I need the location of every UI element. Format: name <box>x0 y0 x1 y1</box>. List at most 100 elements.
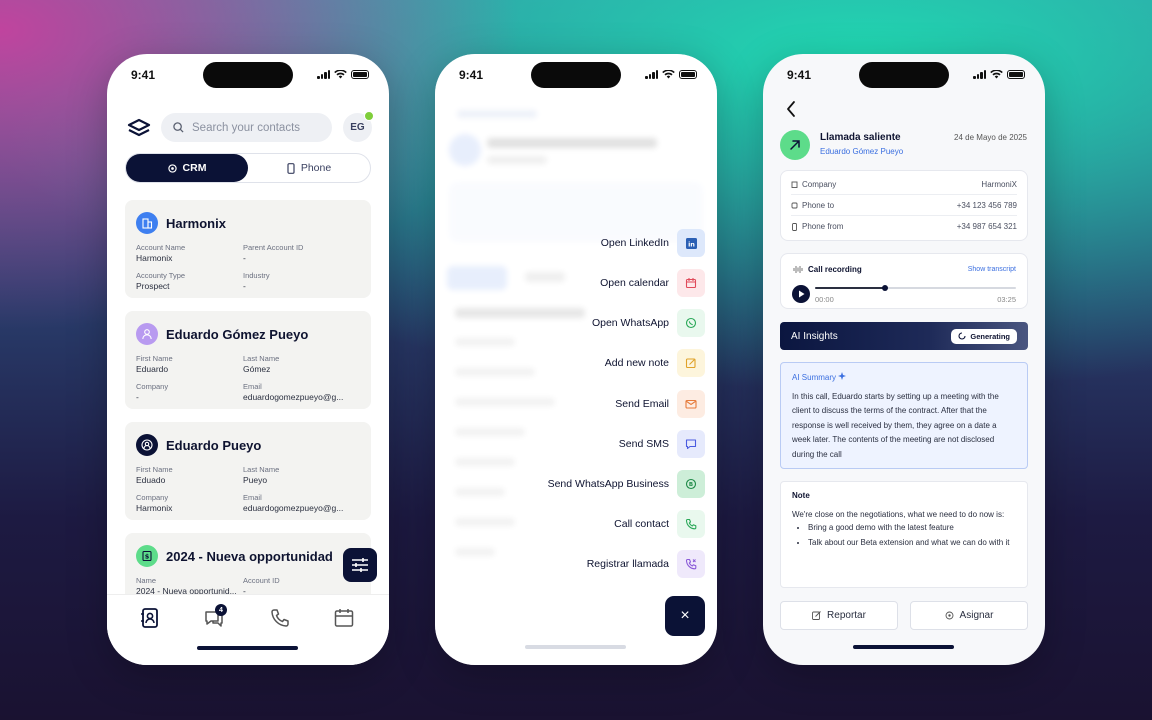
close-actions-button[interactable]: × <box>665 596 705 636</box>
show-transcript-link[interactable]: Show transcript <box>968 266 1016 273</box>
generating-status: Generating <box>951 328 1017 344</box>
call-date: 24 de Mayo de 2025 <box>954 133 1027 142</box>
linkedin-icon: in <box>677 229 705 257</box>
action-send-whatsapp-business[interactable]: Send WhatsApp Business B <box>548 470 705 498</box>
signal-icon <box>317 70 330 79</box>
sparkle-icon <box>838 372 847 380</box>
calendar-icon <box>677 269 705 297</box>
field-value: Harmonix <box>136 503 173 513</box>
field-label: Parent Account ID <box>243 243 304 252</box>
elapsed-time: 00:00 <box>815 295 834 304</box>
ai-summary-title: AI Summary <box>792 373 837 382</box>
action-label: Registrar llamada <box>586 558 669 570</box>
call-contact-link[interactable]: Eduardo Gómez Pueyo <box>820 147 903 156</box>
action-label: Open WhatsApp <box>591 317 669 329</box>
field-label: Company <box>136 382 169 391</box>
action-open-linkedin[interactable]: Open LinkedIn in <box>601 229 705 257</box>
search-input[interactable]: Search your contacts <box>161 113 332 142</box>
call-recording-box: Call recording Show transcript 00:00 03:… <box>780 253 1028 309</box>
action-send-sms[interactable]: Send SMS <box>619 430 705 458</box>
note-icon <box>677 349 705 377</box>
field-value: Harmonix <box>136 253 173 263</box>
phone-tab-icon[interactable] <box>269 607 291 629</box>
field-label: First Name <box>136 465 173 474</box>
crm-icon <box>167 163 177 173</box>
status-icons <box>973 70 1025 79</box>
field-label: Account Name <box>136 243 186 252</box>
detail-value: +34 987 654 321 <box>956 222 1017 231</box>
calendar-tab-icon[interactable] <box>333 607 355 629</box>
whatsapp-business-icon: B <box>677 470 705 498</box>
tab-phone[interactable]: Phone <box>248 154 370 182</box>
ai-summary-text: In this call, Eduardo starts by setting … <box>792 392 999 459</box>
app-logo-icon[interactable] <box>127 118 151 140</box>
recording-title: Call recording <box>808 265 862 274</box>
signal-icon <box>973 70 986 79</box>
total-time: 03:25 <box>997 295 1016 304</box>
action-send-email[interactable]: Send Email <box>615 390 705 418</box>
user-avatar[interactable]: EG <box>343 111 374 142</box>
phone-to-icon <box>791 202 798 208</box>
contacts-tab-icon[interactable] <box>139 607 161 629</box>
dynamic-island <box>859 62 949 88</box>
call-details-box: Company HarmoniX Phone to +34 123 456 789 … <box>780 170 1028 241</box>
contact-card[interactable]: Eduardo Pueyo First Name Eduado Last Name… <box>125 422 371 520</box>
bottom-tab-bar: 4 <box>107 594 389 665</box>
call-title: Llamada saliente <box>820 132 901 143</box>
wifi-icon <box>990 70 1003 79</box>
field-value: Eduado <box>136 475 166 485</box>
field-label: Last Name <box>243 465 280 474</box>
dynamic-island <box>531 62 621 88</box>
action-label: Add new note <box>604 357 669 369</box>
person-icon <box>136 323 158 345</box>
contact-card[interactable]: Eduardo Gómez Pueyo First Name Eduardo La… <box>125 311 371 409</box>
action-open-whatsapp[interactable]: Open WhatsApp <box>592 309 705 337</box>
avatar-initials: EG <box>350 122 365 133</box>
progress-track[interactable] <box>815 285 1016 291</box>
action-add-note[interactable]: Add new note <box>605 349 705 377</box>
detail-row: Company HarmoniX <box>791 174 1017 195</box>
home-indicator <box>197 646 298 650</box>
field-label: Email <box>243 382 262 391</box>
field-value: eduardogomezpueyo@g... <box>243 392 344 402</box>
status-icons <box>317 70 369 79</box>
note-card: Note We're close on the negotiations, wh… <box>780 481 1028 588</box>
actions-phone: 9:41 Open LinkedIn in Open calendar Open … <box>435 54 717 665</box>
spinner-icon <box>958 332 966 340</box>
assign-button[interactable]: Asignar <box>910 601 1028 630</box>
status-icons <box>645 70 697 79</box>
action-label: Open LinkedIn <box>600 237 669 249</box>
assign-icon <box>945 611 953 620</box>
tab-crm[interactable]: CRM <box>126 154 248 182</box>
audio-wave-icon <box>793 266 803 273</box>
field-value: - <box>243 253 246 263</box>
dynamic-island <box>203 62 293 88</box>
contact-person-icon <box>136 434 158 456</box>
battery-icon <box>679 70 697 79</box>
home-indicator <box>853 645 954 649</box>
action-call-contact[interactable]: Call contact <box>614 510 705 538</box>
wifi-icon <box>662 70 675 79</box>
building-icon <box>136 212 158 234</box>
action-label: Send SMS <box>618 438 669 450</box>
contact-card[interactable]: Harmonix Account Name Harmonix Parent Acc… <box>125 200 371 298</box>
signal-icon <box>645 70 658 79</box>
search-placeholder: Search your contacts <box>192 121 301 134</box>
detail-row: Phone to +34 123 456 789 <box>791 195 1017 216</box>
status-time: 9:41 <box>459 68 484 82</box>
tab-crm-label: CRM <box>182 162 207 174</box>
svg-text:$: $ <box>145 553 150 561</box>
back-arrow-icon[interactable] <box>785 100 797 118</box>
play-button[interactable] <box>792 285 810 303</box>
detail-key: Phone to <box>802 200 835 210</box>
field-value: Prospect <box>136 281 170 291</box>
report-button[interactable]: Reportar <box>780 601 898 630</box>
action-label: Call contact <box>614 518 669 530</box>
action-log-call[interactable]: Registrar llamada <box>587 550 705 578</box>
field-value: Pueyo <box>243 475 268 485</box>
field-label: Last Name <box>243 354 280 363</box>
progress-thumb[interactable] <box>882 285 889 291</box>
action-open-calendar[interactable]: Open calendar <box>600 269 705 297</box>
filter-button[interactable] <box>343 548 377 582</box>
edit-icon <box>812 611 821 620</box>
